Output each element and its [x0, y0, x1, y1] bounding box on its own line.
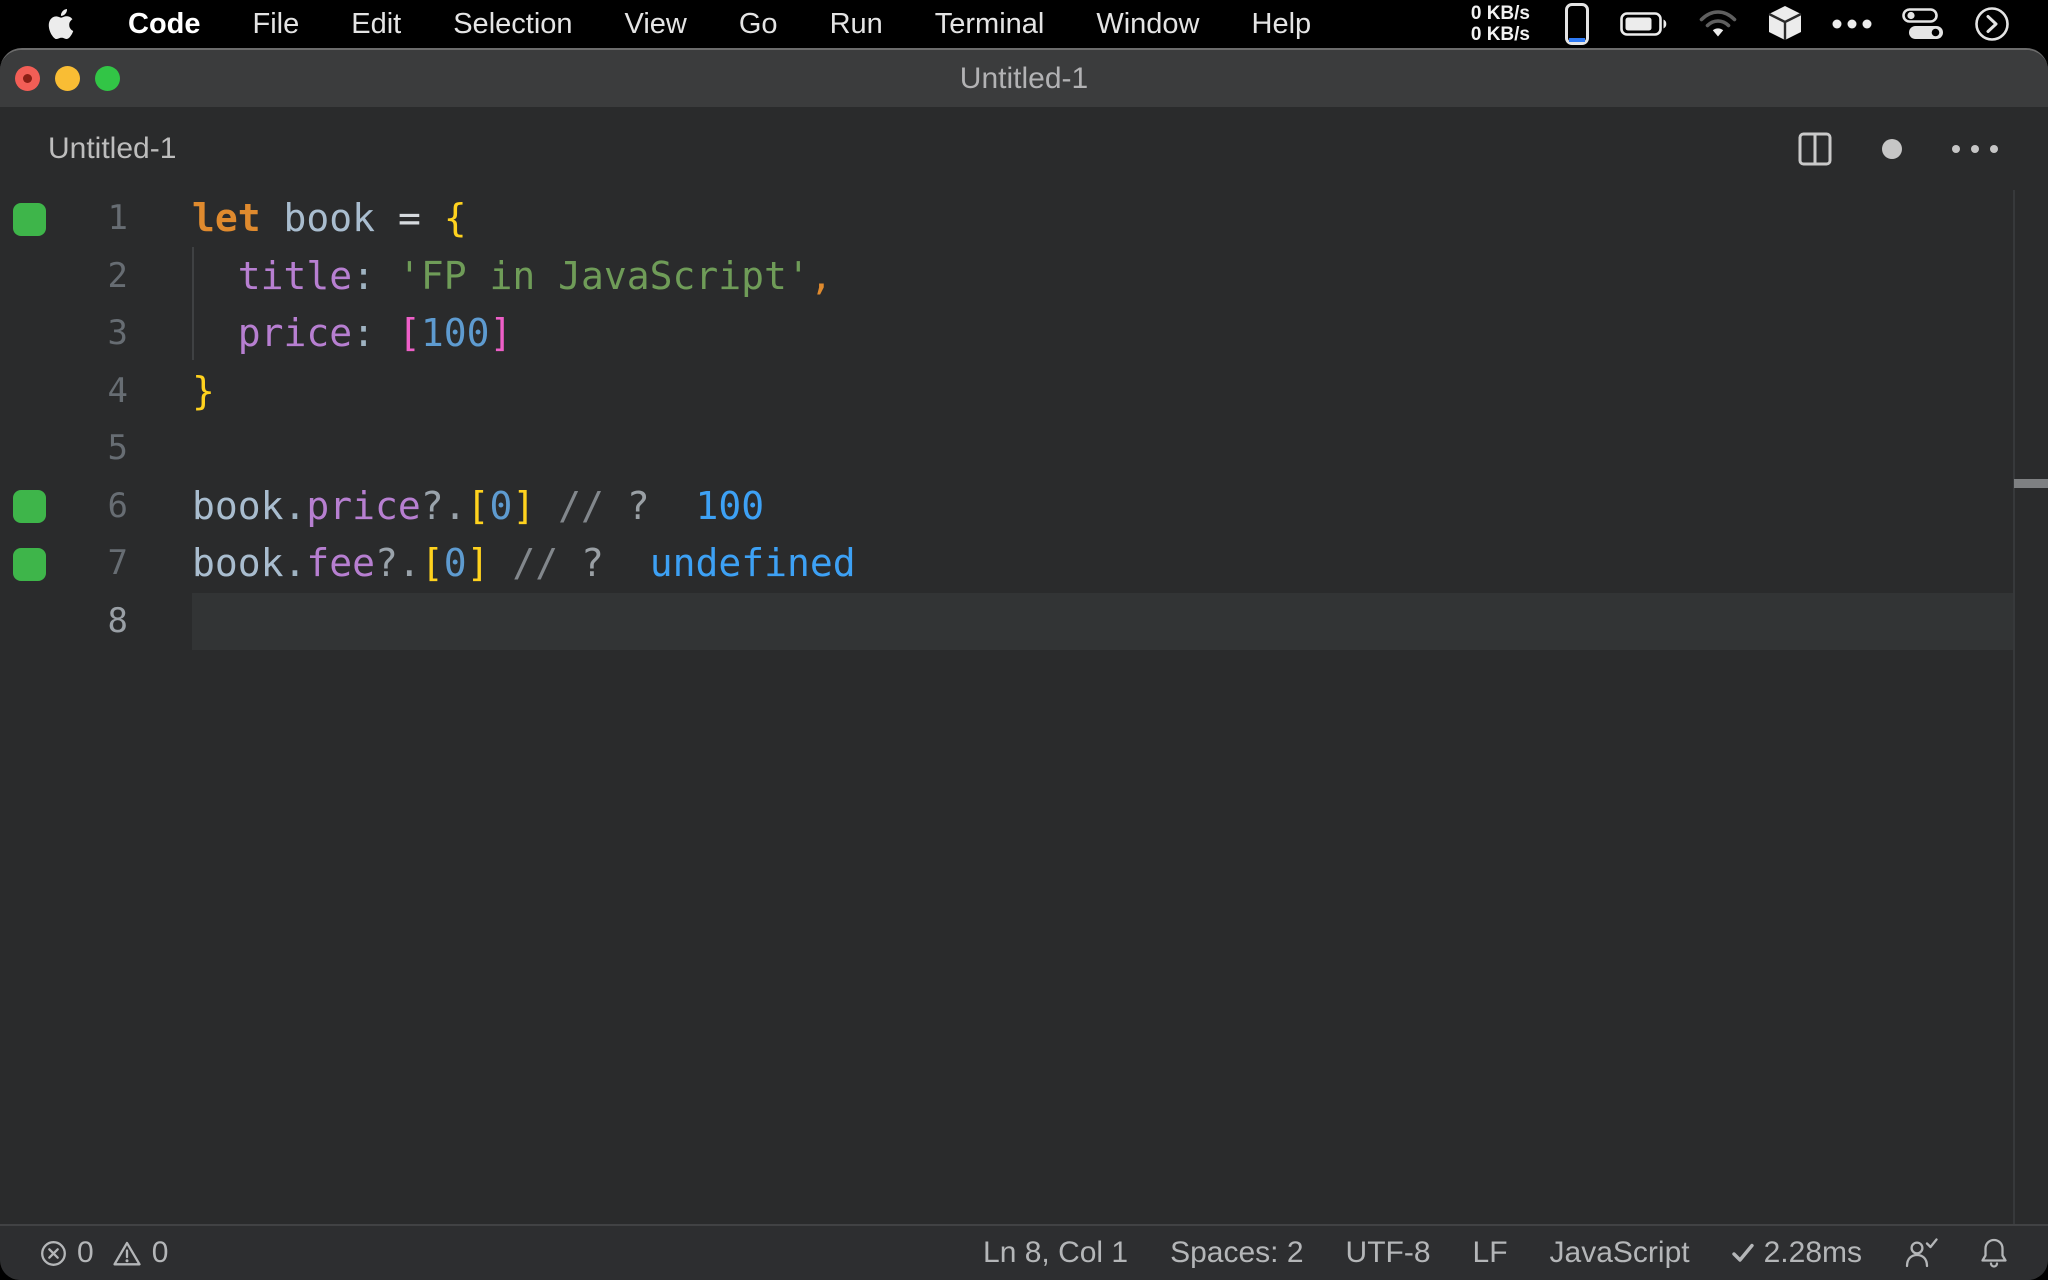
tab-untitled-1[interactable]: Untitled-1 [48, 107, 176, 190]
network-down-speed: 0 KB/s [1470, 24, 1530, 45]
menu-item-code[interactable]: Code [128, 8, 201, 41]
editor-tab-strip: Untitled-1 [0, 107, 2048, 190]
indent-guide [192, 247, 194, 360]
wifi-icon[interactable] [1698, 9, 1738, 39]
code-line-3[interactable]: 3 price: [100] [0, 305, 2048, 363]
code-content: } [192, 368, 215, 413]
code-line-4[interactable]: 4} [0, 363, 2048, 421]
code-content: price: [100] [237, 311, 513, 355]
error-icon [40, 1240, 67, 1267]
menu-item-run[interactable]: Run [830, 8, 883, 41]
code-line-7[interactable]: 7 book.fee?.[0] // ? undefined [0, 535, 2048, 593]
network-speed-indicator[interactable]: 0 KB/s 0 KB/s [1471, 3, 1530, 45]
status-bar: 0 0 Ln 8, Col 1 Spaces: 2 UTF-8 LF JavaS… [0, 1224, 2048, 1280]
code-content: book.fee?.[0] // ? undefined [192, 541, 856, 585]
language-mode-status[interactable]: JavaScript [1550, 1236, 1690, 1270]
eol-status[interactable]: LF [1473, 1236, 1508, 1270]
quokka-coverage-indicator [13, 202, 46, 236]
error-count: 0 [77, 1236, 94, 1269]
code-line-8[interactable]: 8 [0, 592, 2048, 651]
network-up-speed: 0 KB/s [1470, 3, 1530, 24]
window-title: Untitled-1 [959, 62, 1089, 95]
circle-chevron-icon[interactable] [1974, 6, 2010, 42]
line-number: 8 [107, 600, 128, 641]
menu-item-go[interactable]: Go [739, 8, 778, 41]
menu-item-view[interactable]: View [625, 8, 687, 41]
macos-menu-bar: Code File Edit Selection View Go Run Terminal Wi… [0, 0, 2048, 48]
ellipsis-icon[interactable] [1832, 19, 1872, 29]
more-actions-icon[interactable] [1952, 144, 1998, 153]
check-icon [1731, 1243, 1754, 1263]
menu-bar-status-area: 0 KB/s 0 KB/s [1471, 2, 2048, 46]
menu-item-window[interactable]: Window [1096, 8, 1199, 41]
editor-gutter: 1 [0, 190, 192, 248]
menu-item-file[interactable]: File [253, 8, 300, 41]
editor-gutter: 4 [0, 363, 192, 421]
menu-item-terminal[interactable]: Terminal [935, 8, 1045, 41]
editor-actions [1798, 107, 2048, 190]
code-editor[interactable]: 1 let book = { 2 title: 'FP in JavaScript'… [0, 190, 2048, 1224]
problems-status[interactable]: 0 0 [40, 1236, 176, 1270]
line-number: 2 [107, 255, 128, 296]
quokka-status[interactable]: 2.28ms [1731, 1236, 1862, 1270]
code-rows: 1 let book = { 2 title: 'FP in JavaScript'… [0, 190, 2048, 650]
code-content: title: 'FP in JavaScript', [237, 253, 833, 298]
editor-gutter: 7 [0, 535, 192, 593]
line-number: 4 [107, 370, 128, 411]
code-content: book.price?.[0] // ? 100 [192, 483, 765, 528]
code-content: let book = { [192, 196, 467, 240]
overview-ruler-border [2013, 190, 2015, 1224]
code-content [192, 420, 2014, 478]
code-line-2[interactable]: 2 title: 'FP in JavaScript', [0, 248, 2048, 306]
quokka-coverage-indicator [13, 490, 46, 523]
notifications-bell-icon[interactable] [1980, 1237, 2008, 1269]
line-number: 3 [107, 313, 128, 353]
menu-item-selection[interactable]: Selection [453, 8, 572, 41]
menu-item-edit[interactable]: Edit [351, 8, 401, 41]
line-number: 6 [107, 485, 128, 526]
battery-icon[interactable] [1620, 11, 1668, 37]
dirty-indicator[interactable] [1882, 138, 1902, 159]
menu-item-help[interactable]: Help [1252, 8, 1312, 41]
warning-icon [112, 1240, 142, 1267]
feedback-icon[interactable] [1904, 1237, 1938, 1269]
iphone-icon[interactable] [1564, 2, 1590, 46]
control-center-icon[interactable] [1902, 8, 1944, 40]
editor-gutter: 2 [0, 248, 192, 306]
menu-items: Code File Edit Selection View Go Run Terminal Wi… [128, 8, 1311, 41]
cube-icon[interactable] [1768, 5, 1802, 43]
editor-gutter: 6 [0, 478, 192, 536]
quokka-time: 2.28ms [1763, 1236, 1862, 1269]
encoding-status[interactable]: UTF-8 [1346, 1236, 1431, 1270]
editor-gutter: 8 [0, 593, 192, 651]
warning-count: 0 [151, 1236, 169, 1269]
line-number: 5 [107, 428, 128, 468]
editor-gutter: 3 [0, 305, 192, 363]
quokka-coverage-indicator [13, 547, 46, 581]
line-number: 7 [107, 543, 128, 583]
indentation-status[interactable]: Spaces: 2 [1170, 1236, 1303, 1270]
line-number: 1 [107, 198, 128, 238]
cursor-position-status[interactable]: Ln 8, Col 1 [983, 1236, 1128, 1270]
code-line-1[interactable]: 1 let book = { [0, 190, 2048, 248]
split-editor-icon[interactable] [1798, 132, 1832, 166]
menu-bar-left: Code File Edit Selection View Go Run Terminal Wi… [0, 8, 1311, 41]
window-title-bar[interactable]: Untitled-1 [0, 50, 2048, 107]
vscode-window: Untitled-1 Untitled-1 1 let book = { 2 tit… [0, 48, 2048, 1280]
code-line-5[interactable]: 5 [0, 420, 2048, 478]
editor-gutter: 5 [0, 420, 192, 478]
overview-ruler-cursor-marker [2014, 479, 2048, 488]
code-line-6[interactable]: 6 book.price?.[0] // ? 100 [0, 478, 2048, 536]
code-content [192, 592, 2014, 650]
status-bar-right: Ln 8, Col 1 Spaces: 2 UTF-8 LF JavaScrip… [983, 1236, 2008, 1270]
apple-menu-icon[interactable] [46, 9, 76, 39]
